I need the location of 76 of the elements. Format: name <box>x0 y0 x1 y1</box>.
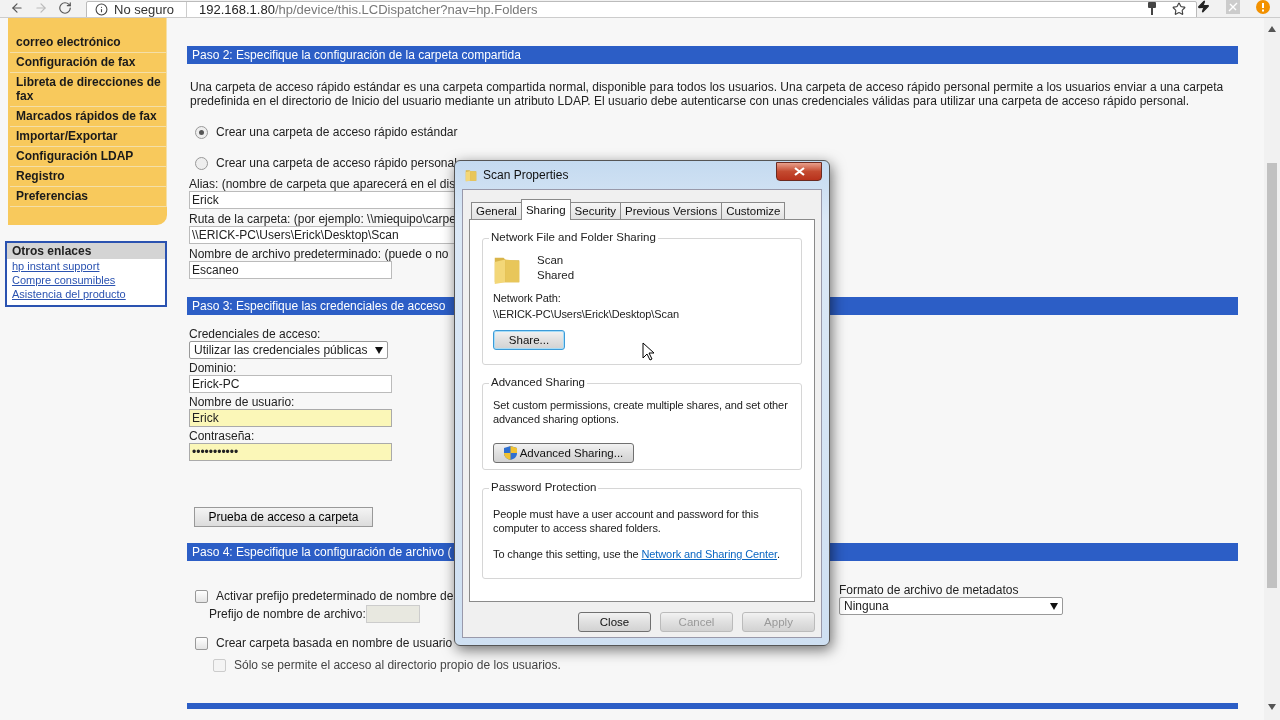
links-title: Otros enlaces <box>7 243 165 259</box>
tab[interactable]: Previous Versions <box>620 202 723 220</box>
link[interactable]: Asistencia del producto <box>7 287 165 305</box>
field-label: Nombre de archivo predeterminado: (puede o no <box>189 247 449 261</box>
group-title: Advanced Sharing <box>489 376 587 388</box>
checkbox[interactable] <box>195 636 208 650</box>
tab[interactable]: General <box>471 202 522 220</box>
sidebar-item[interactable]: Configuración de fax <box>10 53 167 73</box>
reload-icon[interactable] <box>58 1 72 15</box>
field-label: Ruta de la carpeta: (por ejemplo: \\miequipo\carpe <box>189 212 456 226</box>
text-field[interactable]: Erick <box>189 409 392 427</box>
field-label: Contraseña: <box>189 429 255 443</box>
checkbox[interactable] <box>195 589 208 603</box>
radio-button[interactable] <box>195 156 208 170</box>
checkbox-label: Crear carpeta basada en nombre de usuario <box>216 636 453 650</box>
test-access-button[interactable]: Prueba de acceso a carpeta <box>194 507 373 527</box>
folder-icon <box>465 168 477 182</box>
shield-icon <box>503 446 517 460</box>
field-label: Dominio: <box>189 361 237 375</box>
sidebar-item[interactable]: Marcados rápidos de fax <box>10 107 167 127</box>
credentials-dropdown[interactable]: Utilizar las credenciales públicas <box>189 341 388 359</box>
sidebar-item[interactable]: Preferencias <box>10 187 167 207</box>
radio-button[interactable] <box>195 125 208 139</box>
sharing-center-link[interactable]: Network and Sharing Center <box>641 548 778 560</box>
link[interactable]: hp instant support <box>7 259 165 273</box>
dropdown-arrow-icon <box>1050 602 1058 610</box>
description-text: Set custom permissions, create multiple shares, and set other advanced sharing options. <box>493 398 789 426</box>
window-title: Scan Properties <box>483 168 569 182</box>
info-icon <box>95 3 108 16</box>
description-text: Una carpeta de acceso rápido estándar es una carpeta compartida normal, disponible para todos los usuarios. Una carpeta de acceso rápido personal permite a los usuarios enviar a una carpeta predefinida en el directorio de Inicio del usuario mediante un atributo LDAP. El usuario debe autenticarse con unas credenciales válidas para utilizar una carpeta de acceso rápido personal. <box>190 80 1225 108</box>
sidebar-item[interactable]: Importar/Exportar <box>10 127 167 147</box>
mouse-pointer-icon <box>642 342 654 361</box>
link[interactable]: Compre consumibles <box>7 273 165 287</box>
share-status: Shared <box>537 268 575 283</box>
radio-label: Crear una carpeta de acceso rápido estándar <box>216 125 458 139</box>
dropdown-arrow-icon <box>375 346 383 354</box>
tab[interactable]: Security <box>569 202 622 220</box>
text-field[interactable]: Escaneo <box>189 261 392 279</box>
scroll-up-icon[interactable] <box>1268 26 1276 32</box>
share-button[interactable]: Share... <box>493 330 565 350</box>
close-button[interactable] <box>776 161 822 181</box>
field-label: Prefijo de nombre de archivo: <box>209 607 366 621</box>
text-field[interactable]: ••••••••••• <box>189 443 392 461</box>
address-bar[interactable]: No seguro 192.168.1.80/hp/device/this.LCDispatcher?nav=hp.Folders <box>86 1 1197 17</box>
description-text: People must have a user account and password for this computer to access shared folders. <box>493 507 760 535</box>
tab[interactable]: Customize <box>721 202 786 220</box>
checkbox-label: Sólo se permite el acceso al directorio propio de los usuarios. <box>234 658 561 672</box>
scrollbar[interactable] <box>1264 18 1280 720</box>
metadata-dropdown[interactable]: Ninguna <box>839 597 1063 615</box>
lightning-icon[interactable] <box>1197 0 1210 13</box>
sidebar-item[interactable]: Configuración LDAP <box>10 147 167 167</box>
radio-label: Crear una carpeta de acceso rápido personal <box>216 156 457 170</box>
sidebar-item[interactable]: Registro <box>10 167 167 187</box>
back-icon[interactable] <box>10 1 24 15</box>
text-field[interactable]: Erick-PC <box>189 375 392 393</box>
advanced-sharing-button[interactable]: Advanced Sharing... <box>493 443 634 463</box>
checkbox-label: Activar prefijo predeterminado de nombre de <box>216 589 454 603</box>
dialog-button[interactable]: Close <box>578 612 651 632</box>
group-title: Network File and Folder Sharing <box>489 231 658 243</box>
scroll-down-icon[interactable] <box>1268 704 1276 710</box>
url-text: 192.168.1.80/hp/device/this.LCDispatcher?nav=hp.Folders <box>186 2 538 17</box>
key-icon[interactable] <box>1148 2 1156 15</box>
tab[interactable]: Sharing <box>520 199 571 220</box>
field-label: Formato de archivo de metadatos <box>839 583 1019 597</box>
group-title: Password Protection <box>489 481 599 493</box>
sidebar-item[interactable]: Libreta de direcciones de fax <box>10 73 167 107</box>
security-label: No seguro <box>114 2 174 17</box>
field-label: Alias: (nombre de carpeta que aparecerá en el dis <box>189 177 456 191</box>
settings-sentence: To change this setting, use the Network and Sharing Center. <box>493 547 781 561</box>
star-icon[interactable] <box>1172 2 1186 16</box>
section-header: Paso 2: Especifique la configuración de la carpeta compartida <box>187 46 1238 64</box>
field-label: Nombre de usuario: <box>189 395 295 409</box>
field-label: Credenciales de acceso: <box>189 327 321 341</box>
folder-name: Scan <box>537 253 565 268</box>
close-icon <box>793 166 805 176</box>
sidebar-item[interactable]: correo electrónico <box>10 18 167 53</box>
